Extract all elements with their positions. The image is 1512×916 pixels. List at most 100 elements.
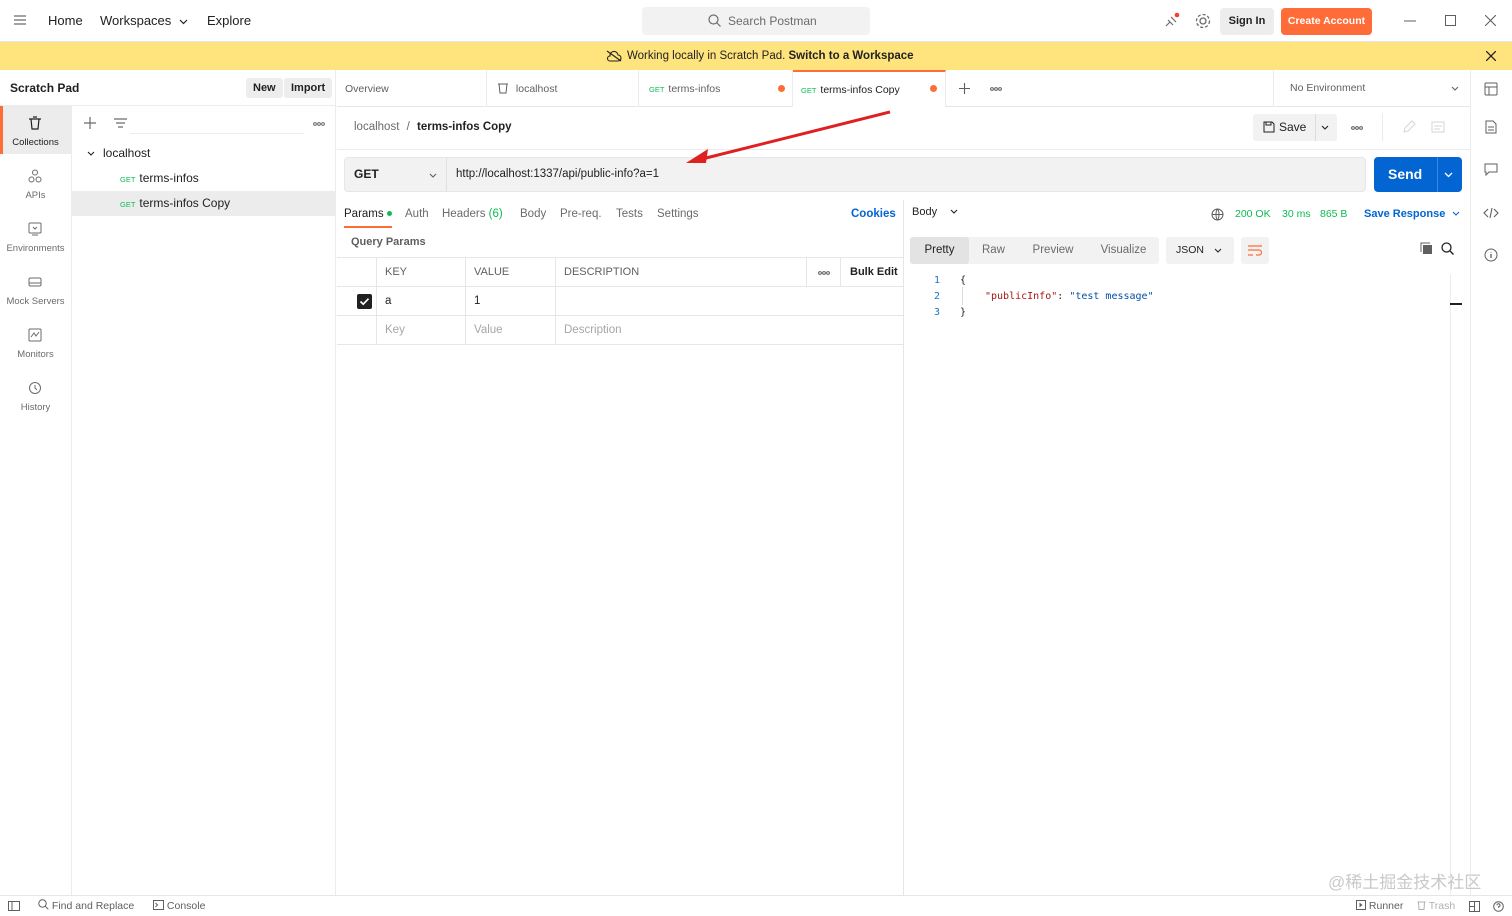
help-icon[interactable] <box>1493 901 1504 912</box>
collections-search-input[interactable] <box>130 114 304 134</box>
param-description-placeholder[interactable]: Description <box>555 316 903 345</box>
nav-explore[interactable]: Explore <box>207 0 251 42</box>
environment-selector[interactable]: No Environment <box>1273 70 1470 107</box>
switch-workspace-link[interactable]: Switch to a Workspace <box>789 50 914 62</box>
response-size[interactable]: 865 B <box>1320 208 1347 220</box>
param-enabled-checkbox[interactable] <box>357 294 372 309</box>
save-response-label: Save Response <box>1364 208 1446 220</box>
chevron-down-icon[interactable] <box>1321 125 1329 130</box>
save-button[interactable]: Save <box>1253 114 1337 141</box>
method-select[interactable]: GET <box>345 158 447 191</box>
info-icon[interactable] <box>1484 248 1498 262</box>
import-button[interactable]: Import <box>284 78 333 98</box>
console-button[interactable]: Console <box>153 896 205 916</box>
create-account-button[interactable]: Create Account <box>1281 8 1372 35</box>
format-select[interactable]: JSON <box>1166 237 1234 264</box>
nav-monitors[interactable]: Monitors <box>0 318 71 366</box>
gear-icon[interactable] <box>1194 12 1212 30</box>
tree-item-terms-infos-copy[interactable]: GET terms-infos Copy <box>72 191 336 216</box>
view-raw[interactable]: Raw <box>969 237 1018 264</box>
environment-quicklook-icon[interactable] <box>1484 82 1498 96</box>
nav-mock-servers[interactable]: Mock Servers <box>0 265 71 313</box>
column-options[interactable] <box>806 258 840 287</box>
nav-home[interactable]: Home <box>48 0 83 42</box>
view-pretty[interactable]: Pretty <box>910 237 969 264</box>
layout-icon[interactable] <box>1469 901 1480 912</box>
chevron-down-icon[interactable] <box>1444 172 1453 178</box>
response-body-dropdown[interactable]: Body <box>912 206 958 218</box>
more-options-icon[interactable] <box>313 122 325 126</box>
tab-terms-infos-copy[interactable]: GET terms-infos Copy <box>793 70 946 107</box>
param-key-cell[interactable]: a <box>376 287 466 316</box>
tab-auth[interactable]: Auth <box>405 200 429 228</box>
tab-tests[interactable]: Tests <box>616 200 643 228</box>
view-visualize[interactable]: Visualize <box>1088 237 1159 264</box>
edit-pencil-icon[interactable] <box>1402 120 1416 134</box>
scrollbar-track[interactable] <box>1450 274 1451 895</box>
search-input[interactable]: Search Postman <box>642 7 870 35</box>
add-tab-icon[interactable] <box>959 83 970 94</box>
close-banner-icon[interactable] <box>1486 51 1496 61</box>
tab-settings[interactable]: Settings <box>657 200 699 228</box>
breadcrumb-current[interactable]: terms-infos Copy <box>417 121 512 133</box>
tab-prerequest[interactable]: Pre-req. <box>560 200 602 228</box>
response-time[interactable]: 30 ms <box>1282 208 1311 220</box>
tab-params[interactable]: Params <box>344 200 392 228</box>
minimize-icon[interactable] <box>1404 20 1416 22</box>
hamburger-menu-icon[interactable] <box>14 15 26 25</box>
more-options-icon[interactable] <box>1351 126 1363 130</box>
plus-icon[interactable] <box>84 117 96 129</box>
view-preview[interactable]: Preview <box>1018 237 1088 264</box>
comment-box-icon[interactable] <box>1431 121 1445 133</box>
more-tabs-icon[interactable] <box>990 87 1002 91</box>
runner-button[interactable]: Runner <box>1356 896 1403 916</box>
param-value-cell[interactable]: 1 <box>465 287 556 316</box>
sign-in-button[interactable]: Sign In <box>1220 8 1274 35</box>
wrap-lines-button[interactable] <box>1241 237 1269 264</box>
tree-item-terms-infos[interactable]: GET terms-infos <box>72 166 336 191</box>
documentation-icon[interactable] <box>1485 120 1497 134</box>
tab-terms-infos[interactable]: GET terms-infos <box>639 70 793 107</box>
url-input[interactable]: http://localhost:1337/api/public-info?a=… <box>456 158 659 191</box>
maximize-icon[interactable] <box>1445 15 1456 26</box>
satellite-icon[interactable] <box>1163 12 1181 30</box>
find-replace-button[interactable]: Find and Replace <box>38 896 134 916</box>
nav-history[interactable]: History <box>0 371 71 419</box>
copy-icon[interactable] <box>1420 242 1433 255</box>
search-icon <box>708 14 721 27</box>
param-key-placeholder[interactable]: Key <box>376 316 466 345</box>
chevron-down-icon <box>1452 211 1460 216</box>
code-icon[interactable] <box>1483 207 1499 219</box>
globe-icon[interactable] <box>1211 208 1224 221</box>
sidebar-toggle-icon[interactable] <box>8 901 20 911</box>
param-description-cell[interactable] <box>555 287 903 316</box>
nav-workspaces[interactable]: Workspaces <box>100 0 188 42</box>
breadcrumb-parent[interactable]: localhost <box>354 121 399 133</box>
new-button[interactable]: New <box>246 78 283 98</box>
nav-collections[interactable]: Collections <box>0 106 71 154</box>
nav-environments[interactable]: Environments <box>0 212 71 260</box>
save-response-button[interactable]: Save Response <box>1364 208 1460 220</box>
search-icon[interactable] <box>1441 242 1454 255</box>
tab-label: localhost <box>515 83 558 95</box>
nav-apis[interactable]: APIs <box>0 159 71 207</box>
collection-localhost[interactable]: localhost <box>72 141 336 166</box>
history-icon <box>28 381 42 395</box>
bulk-edit-button[interactable]: Bulk Edit <box>840 258 903 287</box>
cookies-link[interactable]: Cookies <box>851 200 896 228</box>
send-button[interactable]: Send <box>1374 157 1462 192</box>
console-icon <box>153 900 164 910</box>
trash-button[interactable]: Trash <box>1417 896 1455 916</box>
tab-localhost[interactable]: localhost <box>487 70 639 107</box>
tab-headers[interactable]: Headers (6) <box>442 200 503 228</box>
tab-body[interactable]: Body <box>520 200 546 228</box>
comments-icon[interactable] <box>1484 163 1498 176</box>
scrollbar-thumb[interactable] <box>1450 303 1462 305</box>
close-window-icon[interactable] <box>1485 15 1496 26</box>
param-value-placeholder[interactable]: Value <box>465 316 556 345</box>
response-status[interactable]: 200 OK <box>1235 208 1271 220</box>
trash-icon <box>1417 900 1426 910</box>
tab-overview[interactable]: Overview <box>337 70 487 107</box>
json-close-brace: } <box>960 307 967 318</box>
filter-icon[interactable] <box>114 118 127 128</box>
